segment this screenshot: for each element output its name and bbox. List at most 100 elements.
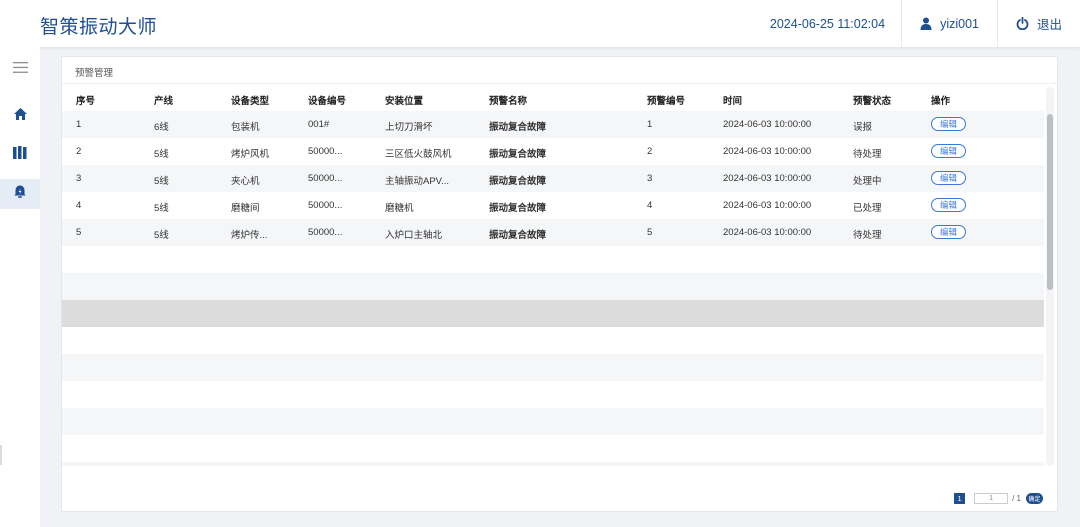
cell-status: 误报 xyxy=(853,122,873,133)
cell-status: 待处理 xyxy=(853,230,882,241)
logout-label: 退出 xyxy=(1036,18,1062,32)
empty-row xyxy=(62,408,1044,435)
cell-device-id: 50000... xyxy=(308,146,343,157)
cell-line: 5线 xyxy=(154,230,169,241)
sidebar xyxy=(0,47,40,527)
hamburger-icon xyxy=(12,60,28,78)
cell-index: 2 xyxy=(76,146,82,157)
column-header-index: 序号 xyxy=(76,96,96,107)
empty-row-highlighted xyxy=(62,300,1044,327)
empty-row xyxy=(62,354,1044,381)
cell-line: 5线 xyxy=(154,203,169,214)
page-confirm-button[interactable]: 确定 xyxy=(1026,493,1043,504)
cell-device-id: 001# xyxy=(308,119,330,130)
cell-time: 2024-06-03 10:00:00 xyxy=(723,173,812,184)
user-icon xyxy=(920,17,932,30)
cell-location: 入炉口主轴北 xyxy=(385,230,443,241)
book-icon xyxy=(13,146,27,164)
empty-row xyxy=(62,327,1044,354)
empty-row xyxy=(62,462,1044,466)
edit-button[interactable]: 编辑 xyxy=(931,198,967,212)
cell-location: 磨糖机 xyxy=(385,203,414,214)
home-icon xyxy=(13,107,27,125)
cell-status: 已处理 xyxy=(853,203,882,214)
cell-alert-id: 2 xyxy=(647,146,653,157)
table-row[interactable]: 1 6线 包装机 001# 上切刀滑坏 振动复合故障 1 2024-06-03 … xyxy=(62,111,1044,138)
alert-table: 序号 产线 设备类型 设备编号 安装位置 预警名称 预警编号 时间 预警状态 操… xyxy=(62,87,1044,466)
sidebar-edge-marker xyxy=(0,445,2,465)
cell-device-type: 磨糖间 xyxy=(231,203,260,214)
column-header-line: 产线 xyxy=(154,96,174,107)
cell-device-type: 烤炉风机 xyxy=(231,149,270,160)
edit-button[interactable]: 编辑 xyxy=(931,171,967,185)
cell-alert-id: 4 xyxy=(647,200,653,211)
cell-index: 4 xyxy=(76,200,82,211)
username: yizi001 xyxy=(940,16,979,31)
cell-device-type: 包装机 xyxy=(231,122,260,133)
cell-location: 主轴振动APV... xyxy=(385,176,450,187)
column-header-status: 预警状态 xyxy=(853,96,892,107)
sidebar-item-books[interactable] xyxy=(0,140,40,170)
user-menu[interactable]: yizi001 xyxy=(901,0,997,47)
header-right: 2024-06-25 11:02:04 yizi001 退出 xyxy=(752,0,1080,47)
cell-line: 5线 xyxy=(154,176,169,187)
cell-alert-name: 振动复合故障 xyxy=(489,122,547,133)
column-header-time: 时间 xyxy=(723,96,743,107)
top-header: 智策振动大师 2024-06-25 11:02:04 yizi001 退出 xyxy=(0,0,1080,47)
sidebar-item-alarm[interactable] xyxy=(0,179,40,209)
column-header-alert-id: 预警编号 xyxy=(647,96,686,107)
table-row[interactable]: 2 5线 烤炉风机 50000... 三区低火鼓风机 振动复合故障 2 2024… xyxy=(62,138,1044,165)
cell-time: 2024-06-03 10:00:00 xyxy=(723,146,812,157)
cell-alert-id: 3 xyxy=(647,173,653,184)
logout-button[interactable]: 退出 xyxy=(996,0,1080,47)
cell-line: 6线 xyxy=(154,122,169,133)
edit-button[interactable]: 编辑 xyxy=(931,117,967,131)
sidebar-menu-toggle[interactable] xyxy=(0,54,40,84)
alert-management-panel: 预警管理 序号 产线 设备类型 设备编号 安装位置 预警名称 预警编号 时间 预… xyxy=(61,56,1058,512)
page-number-button[interactable]: 1 xyxy=(954,493,966,504)
table-row[interactable]: 3 5线 夹心机 50000... 主轴振动APV... 振动复合故障 3 20… xyxy=(62,165,1044,192)
edit-button[interactable]: 编辑 xyxy=(931,225,967,239)
pagination: 1 1 / 1 确定 xyxy=(954,493,1043,504)
empty-row xyxy=(62,246,1044,273)
empty-row xyxy=(62,435,1044,462)
cell-device-type: 烤炉传... xyxy=(231,230,268,241)
table-header: 序号 产线 设备类型 设备编号 安装位置 预警名称 预警编号 时间 预警状态 操… xyxy=(62,87,1044,111)
cell-alert-name: 振动复合故障 xyxy=(489,203,547,214)
page-jump-input[interactable]: 1 xyxy=(974,493,1009,504)
cell-device-type: 夹心机 xyxy=(231,176,260,187)
cell-time: 2024-06-03 10:00:00 xyxy=(723,119,812,130)
cell-alert-name: 振动复合故障 xyxy=(489,149,547,160)
empty-row xyxy=(62,273,1044,300)
cell-status: 处理中 xyxy=(853,176,882,187)
cell-alert-name: 振动复合故障 xyxy=(489,176,547,187)
cell-line: 5线 xyxy=(154,149,169,160)
column-header-device-id: 设备编号 xyxy=(308,96,347,107)
cell-index: 5 xyxy=(76,227,82,238)
cell-alert-id: 1 xyxy=(647,119,653,130)
cell-alert-name: 振动复合故障 xyxy=(489,230,547,241)
alarm-bell-icon xyxy=(14,185,26,203)
column-header-alert-name: 预警名称 xyxy=(489,96,528,107)
panel-title: 预警管理 xyxy=(75,68,114,79)
cell-time: 2024-06-03 10:00:00 xyxy=(723,200,812,211)
cell-device-id: 50000... xyxy=(308,200,343,211)
column-header-location: 安装位置 xyxy=(385,96,424,107)
cell-index: 1 xyxy=(76,119,82,130)
cell-device-id: 50000... xyxy=(308,227,343,238)
cell-index: 3 xyxy=(76,173,82,184)
cell-location: 上切刀滑坏 xyxy=(385,122,433,133)
cell-alert-id: 5 xyxy=(647,227,653,238)
power-icon xyxy=(1016,17,1029,30)
table-row[interactable]: 4 5线 磨糖间 50000... 磨糖机 振动复合故障 4 2024-06-0… xyxy=(62,192,1044,219)
table-scrollbar-thumb[interactable] xyxy=(1047,114,1053,290)
header-datetime: 2024-06-25 11:02:04 xyxy=(769,16,886,31)
cell-location: 三区低火鼓风机 xyxy=(385,149,452,160)
edit-button[interactable]: 编辑 xyxy=(931,144,967,158)
column-header-device-type: 设备类型 xyxy=(231,96,270,107)
table-row[interactable]: 5 5线 烤炉传... 50000... 入炉口主轴北 振动复合故障 5 202… xyxy=(62,219,1044,246)
sidebar-item-home[interactable] xyxy=(0,101,40,131)
panel-divider xyxy=(62,83,1057,84)
cell-time: 2024-06-03 10:00:00 xyxy=(723,227,812,238)
column-header-actions: 操作 xyxy=(931,96,951,107)
